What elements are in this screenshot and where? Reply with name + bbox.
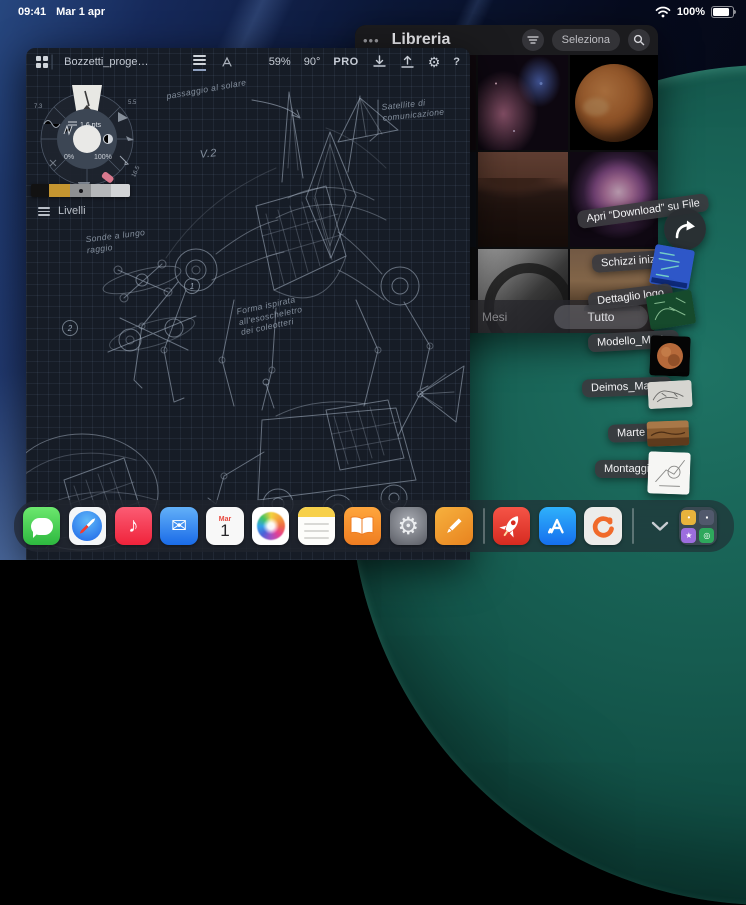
selected-swatch-dot (79, 189, 83, 193)
message-bubble-icon (31, 518, 53, 535)
share-forward-button[interactable] (664, 208, 706, 250)
swatch-light-gray[interactable] (91, 184, 111, 197)
drag-thumb-logo[interactable] (646, 290, 697, 331)
dock-icon-notes[interactable] (298, 507, 335, 545)
envelope-icon: ✉ (171, 515, 187, 538)
layers-button[interactable]: Livelli (38, 205, 86, 218)
tool-wheel[interactable]: 1,6 pts 0% 100% 7.3 5.5 16.5 6.9 (28, 82, 146, 200)
color-swatch-bar[interactable] (31, 184, 130, 197)
opacity-min-label: 0% (64, 154, 74, 161)
swatch-gold[interactable] (49, 184, 70, 197)
battery-percent: 100% (677, 6, 705, 18)
clock: 09:41 (18, 6, 46, 18)
swatch-black[interactable] (31, 184, 49, 197)
select-button[interactable]: Seleziona (552, 29, 620, 51)
status-bar: 09:41 Mar 1 apr 100% (0, 0, 746, 24)
calendar-day: 1 (220, 523, 229, 539)
layers-panel-icon[interactable] (193, 53, 206, 71)
page-title: Libreria (392, 31, 514, 49)
drag-thumb-mars-model[interactable] (649, 335, 690, 376)
dock-icon-settings[interactable]: ⚙ (390, 507, 427, 545)
drag-thumb-sketches[interactable] (649, 244, 695, 290)
dock-collapse-button[interactable] (648, 500, 674, 552)
export-icon[interactable] (400, 55, 415, 69)
gear-icon: ⚙ (398, 512, 420, 541)
import-icon[interactable] (372, 55, 387, 69)
tab-months[interactable]: Mesi (482, 310, 507, 324)
mini-app-camera: ▪ (699, 510, 714, 525)
opacity-max-label: 100% (94, 154, 112, 161)
precision-pen-icon[interactable] (220, 55, 234, 69)
annotation-number-1: 1 (184, 278, 200, 294)
stroke-size-label: 1,6 pts (80, 122, 102, 129)
filter-button[interactable] (522, 29, 544, 51)
help-button[interactable]: ? (453, 56, 460, 68)
battery-icon (711, 6, 734, 18)
dock-icon-orange-swirl-app[interactable] (584, 507, 621, 545)
wifi-icon (655, 6, 671, 18)
appstore-a-icon (542, 511, 572, 541)
orange-swirl-icon (588, 511, 618, 541)
pen-icon (441, 513, 467, 539)
search-icon (633, 34, 645, 46)
layers-list-icon (38, 205, 50, 218)
dock-icon-calendar[interactable]: Mar 1 (206, 507, 243, 545)
chevron-down-icon (650, 520, 670, 532)
pro-badge[interactable]: PRO (333, 56, 358, 68)
date: Mar 1 apr (56, 6, 105, 18)
drag-thumb-deimos[interactable] (647, 380, 692, 409)
document-title[interactable]: Bozzetti_proge… (64, 56, 148, 68)
app-library-grid: • ▪ ★ ◎ (681, 510, 714, 543)
dock-icon-photos[interactable] (252, 507, 289, 545)
dock-divider (483, 508, 484, 544)
compass-icon (72, 511, 102, 541)
wheel-size-7: 7.3 (34, 104, 43, 110)
rotation-angle[interactable]: 90° (304, 56, 321, 68)
filter-lines-icon (527, 35, 539, 45)
photos-flower-icon (257, 512, 285, 540)
drag-thumb-marte[interactable] (647, 420, 690, 446)
wheel-size-5: 5.5 (128, 100, 137, 106)
dock: ♪ ✉ Mar 1 ⚙ (14, 500, 734, 552)
zoom-level[interactable]: 59% (269, 56, 291, 68)
dock-icon-safari[interactable] (69, 507, 106, 545)
dock-icon-concepts[interactable] (435, 507, 472, 545)
concepts-toolbar: | Bozzetti_proge… 59% 90° PRO ⚙ ? (26, 48, 470, 76)
dock-icon-mail[interactable]: ✉ (160, 507, 197, 545)
settings-gear-icon[interactable]: ⚙ (428, 54, 441, 71)
annotation-version: V.2 (199, 147, 217, 162)
mini-app-green: ◎ (699, 528, 714, 543)
forward-arrow-icon (672, 217, 698, 241)
dock-icon-music[interactable]: ♪ (115, 507, 152, 545)
toolbar-divider: | (50, 53, 54, 71)
dock-icon-rocket[interactable] (493, 507, 530, 545)
swatch-gray-selected[interactable] (70, 184, 91, 197)
dock-icon-app-library[interactable]: • ▪ ★ ◎ (679, 507, 716, 545)
notes-paper-icon (298, 507, 335, 545)
annotation-number-2: 2 (62, 320, 78, 336)
window-controls-button[interactable]: ••• (363, 33, 380, 48)
mini-app-star: ★ (681, 528, 696, 543)
dock-icon-books[interactable] (344, 507, 381, 545)
dock-icon-app-store[interactable] (539, 507, 576, 545)
music-note-icon: ♪ (128, 514, 139, 538)
search-button[interactable] (628, 29, 650, 51)
concepts-drawing-window[interactable]: | Bozzetti_proge… 59% 90° PRO ⚙ ? 1,6 pt… (26, 48, 470, 560)
rocket-icon (493, 507, 530, 545)
dock-icon-messages[interactable] (23, 507, 60, 545)
swatch-white[interactable] (111, 184, 130, 197)
gallery-grid-icon[interactable] (36, 56, 48, 68)
layers-label: Livelli (58, 205, 86, 217)
wheel-size-16: 16.5 (131, 165, 142, 179)
open-book-icon (349, 515, 375, 537)
drag-thumb-montaggio[interactable] (647, 451, 690, 494)
dock-divider (632, 508, 633, 544)
grid-settings-icon[interactable] (166, 56, 179, 69)
mini-app-yellow: • (681, 510, 696, 525)
